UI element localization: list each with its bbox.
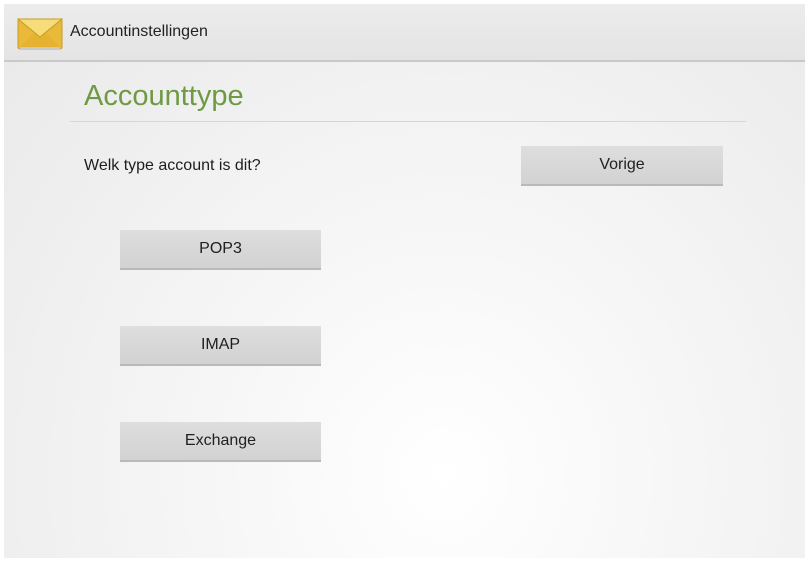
- action-bar: Accountinstellingen: [4, 4, 805, 62]
- imap-button[interactable]: IMAP: [120, 326, 321, 366]
- page-title: Accounttype: [84, 80, 244, 112]
- previous-button[interactable]: Vorige: [521, 146, 723, 186]
- app-title: Accountinstellingen: [70, 23, 208, 40]
- pop3-button[interactable]: POP3: [120, 230, 321, 270]
- mail-envelope-icon: [16, 18, 64, 50]
- account-type-question: Welk type account is dit?: [84, 157, 261, 174]
- title-divider: [70, 121, 746, 122]
- app-window: Accountinstellingen Accounttype Welk typ…: [4, 4, 805, 558]
- exchange-button[interactable]: Exchange: [120, 422, 321, 462]
